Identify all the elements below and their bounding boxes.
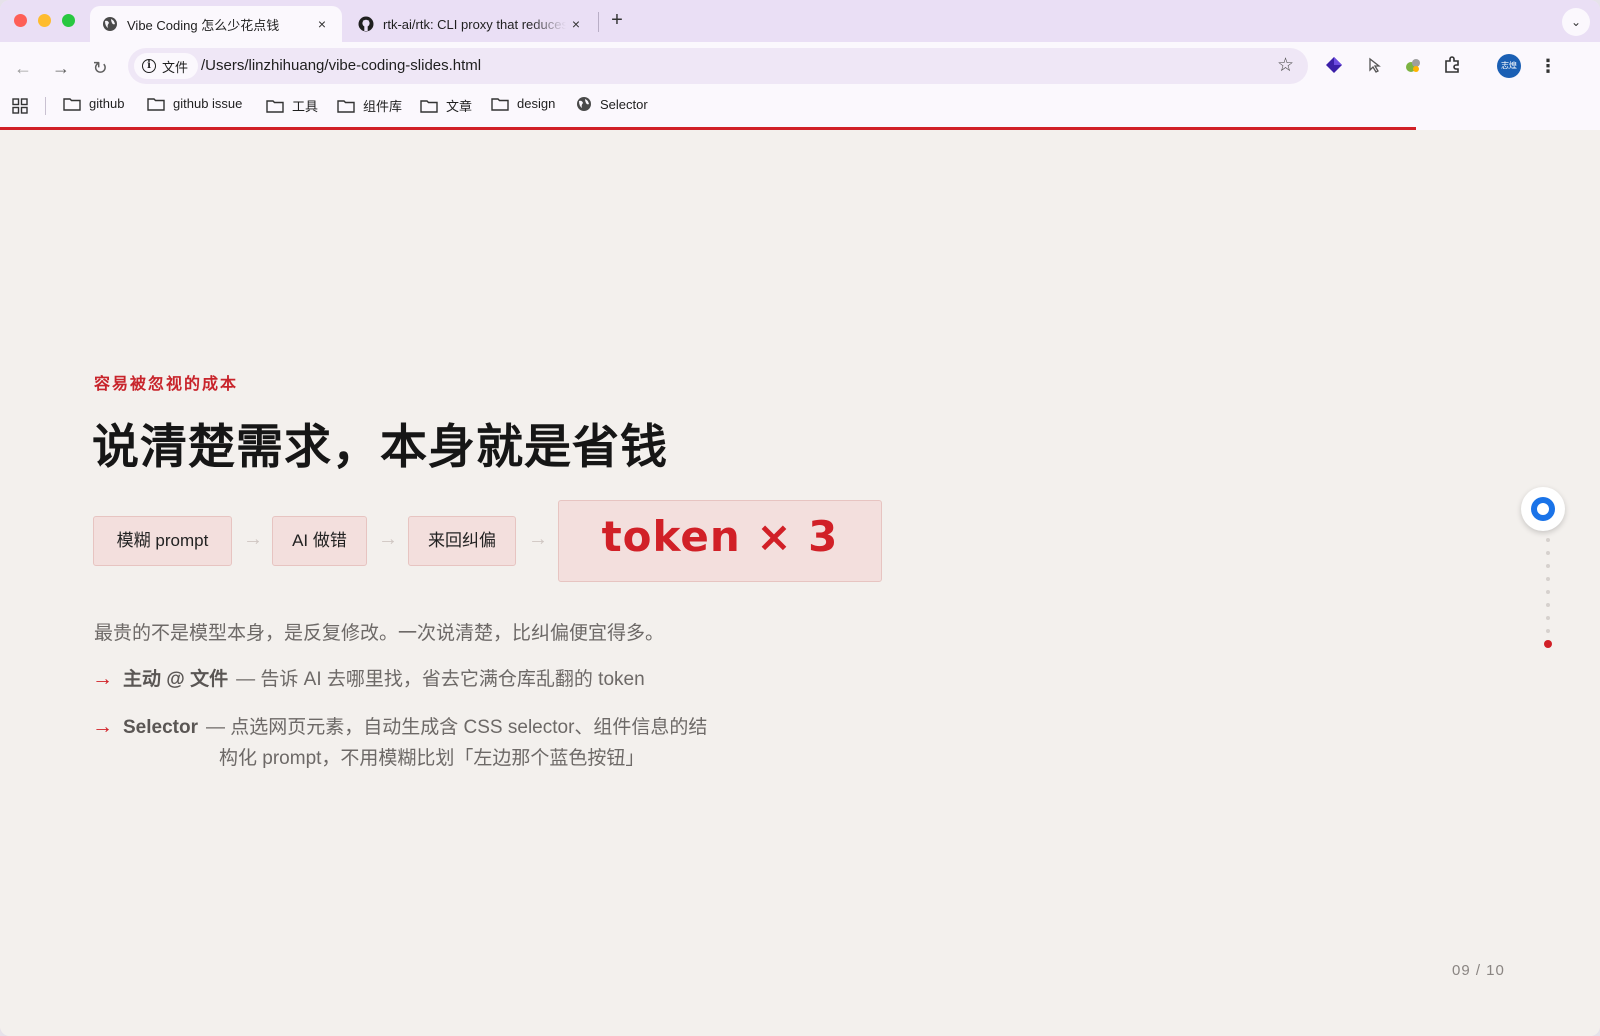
bookmark-label: design	[517, 96, 556, 111]
bookmarks-bar: github github issue 工具 组件库 文章 design Sel…	[0, 92, 1600, 120]
toolbar: ← → ↻ i 文件 /Users/linzhihuang/vibe-codin…	[0, 42, 1600, 130]
floating-assistant-button[interactable]	[1521, 487, 1565, 531]
folder-icon	[63, 97, 81, 111]
flow-step-back-and-forth: 来回纠偏	[408, 516, 516, 566]
bullet-at-file: → 主动 @ 文件 — 告诉 AI 去哪里找，省去它满仓库乱翻的 token	[92, 662, 645, 696]
apps-grid-icon[interactable]	[12, 98, 28, 114]
folder-icon	[147, 97, 165, 111]
zoom-window-button[interactable]	[62, 14, 75, 27]
tab-rtk-github[interactable]: rtk-ai/rtk: CLI proxy that reduces LLM t…	[346, 6, 596, 42]
bookmark-selector[interactable]: Selector	[576, 96, 648, 112]
bookmark-github-issue[interactable]: github issue	[147, 96, 242, 111]
bullet-selector: → Selector — 点选网页元素，自动生成含 CSS selector、组件信…	[92, 710, 707, 744]
bullet-text: — 点选网页元素，自动生成含 CSS selector、组件信息的结	[205, 717, 708, 738]
bullet-text: — 告诉 AI 去哪里找，省去它满仓库乱翻的 token	[236, 669, 645, 690]
info-icon: i	[142, 59, 156, 73]
slide-nav-dot[interactable]	[1544, 640, 1552, 648]
browser-window: Vibe Coding 怎么少花点钱 × rtk-ai/rtk: CLI pro…	[0, 0, 1600, 1036]
slide-content: 容易被忽视的成本 说清楚需求，本身就是省钱 模糊 prompt → AI 做错 …	[0, 130, 1600, 1036]
bookmark-tools[interactable]: 工具	[266, 96, 318, 115]
tab-title: rtk-ai/rtk: CLI proxy that reduces LLM t…	[383, 16, 566, 32]
folder-icon	[337, 99, 355, 113]
bookmark-articles[interactable]: 文章	[420, 96, 472, 115]
tab-strip: Vibe Coding 怎么少花点钱 × rtk-ai/rtk: CLI pro…	[0, 0, 1600, 42]
flow-arrow: →	[378, 528, 398, 550]
tab-vibe-coding[interactable]: Vibe Coding 怎么少花点钱 ×	[90, 6, 342, 42]
slide-nav-dot[interactable]	[1546, 590, 1550, 594]
flow-step-ai-mistake: AI 做错	[272, 516, 367, 566]
slide-nav-dot[interactable]	[1546, 603, 1550, 607]
bookmarks-separator	[45, 97, 46, 115]
bookmark-label: github issue	[173, 96, 243, 111]
close-tab-button[interactable]: ×	[566, 16, 586, 32]
flow-arrow: →	[528, 528, 548, 550]
token-multiplier-box: token × 3	[558, 500, 882, 582]
folder-icon	[491, 97, 509, 111]
github-icon	[358, 16, 374, 32]
slide-headline: 说清楚需求，本身就是省钱	[92, 420, 668, 473]
extensions-puzzle-icon[interactable]	[1441, 55, 1463, 77]
close-window-button[interactable]	[14, 14, 27, 27]
site-chip-label: 文件	[162, 59, 189, 75]
bookmark-components[interactable]: 组件库	[337, 96, 402, 115]
slide-nav-dot[interactable]	[1546, 629, 1550, 633]
reload-button[interactable]: ↻	[86, 54, 114, 82]
bookmark-label: github	[89, 96, 125, 111]
assistant-icon	[1531, 497, 1555, 521]
slide-nav-dot[interactable]	[1546, 551, 1550, 555]
slide-description: 最贵的不是模型本身，是反复修改。一次说清楚，比纠偏便宜得多。	[94, 623, 665, 644]
bullet-lead: 主动 @ 文件	[123, 669, 229, 690]
profile-avatar[interactable]: 志煌	[1497, 54, 1521, 78]
bullet-text-continued: 构化 prompt，不用模糊比划「左边那个蓝色按钮」	[219, 748, 645, 769]
folder-icon	[420, 99, 438, 113]
flow-step-vague-prompt: 模糊 prompt	[93, 516, 232, 566]
folder-icon	[266, 99, 284, 113]
bookmark-label: Selector	[600, 96, 648, 112]
forward-button[interactable]: →	[47, 54, 75, 82]
token-multiplier-text: token × 3	[601, 512, 839, 561]
back-button[interactable]: ←	[9, 54, 37, 82]
address-bar[interactable]: i 文件 /Users/linzhihuang/vibe-coding-slid…	[128, 48, 1308, 84]
bookmark-label: 工具	[292, 99, 319, 114]
slide-nav-dot[interactable]	[1546, 538, 1550, 542]
bookmark-github[interactable]: github	[63, 96, 124, 111]
slide-nav-dot[interactable]	[1546, 564, 1550, 568]
bookmark-star-icon[interactable]: ☆	[1277, 54, 1294, 77]
arrow-icon: →	[92, 667, 113, 690]
flow-arrow: →	[243, 528, 263, 550]
globe-icon	[103, 17, 117, 31]
new-tab-button[interactable]: +	[606, 9, 628, 31]
bookmark-design[interactable]: design	[491, 96, 555, 111]
globe-icon	[577, 97, 591, 111]
site-info-chip[interactable]: i 文件	[134, 53, 199, 79]
extension-pointer-icon[interactable]	[1363, 55, 1385, 77]
slide-nav-dot[interactable]	[1546, 616, 1550, 620]
tab-separator	[598, 12, 599, 32]
browser-menu-icon[interactable]: ⋮	[1538, 54, 1558, 78]
page-number: 09 / 10	[1452, 962, 1505, 979]
arrow-icon: →	[92, 715, 113, 738]
bookmark-label: 文章	[446, 99, 473, 114]
slide-eyebrow: 容易被忽视的成本	[94, 376, 239, 393]
extension-color-icon[interactable]	[1402, 55, 1424, 77]
url-text[interactable]: /Users/linzhihuang/vibe-coding-slides.ht…	[201, 57, 481, 74]
bullet-lead: Selector	[123, 717, 198, 738]
tab-title: Vibe Coding 怎么少花点钱	[127, 17, 280, 33]
tab-search-button[interactable]: ⌄	[1562, 8, 1590, 36]
minimize-window-button[interactable]	[38, 14, 51, 27]
extension-diamond-icon[interactable]	[1323, 55, 1345, 77]
bookmark-label: 组件库	[363, 99, 403, 114]
slide-nav-dot[interactable]	[1546, 577, 1550, 581]
close-tab-button[interactable]: ×	[312, 16, 332, 32]
